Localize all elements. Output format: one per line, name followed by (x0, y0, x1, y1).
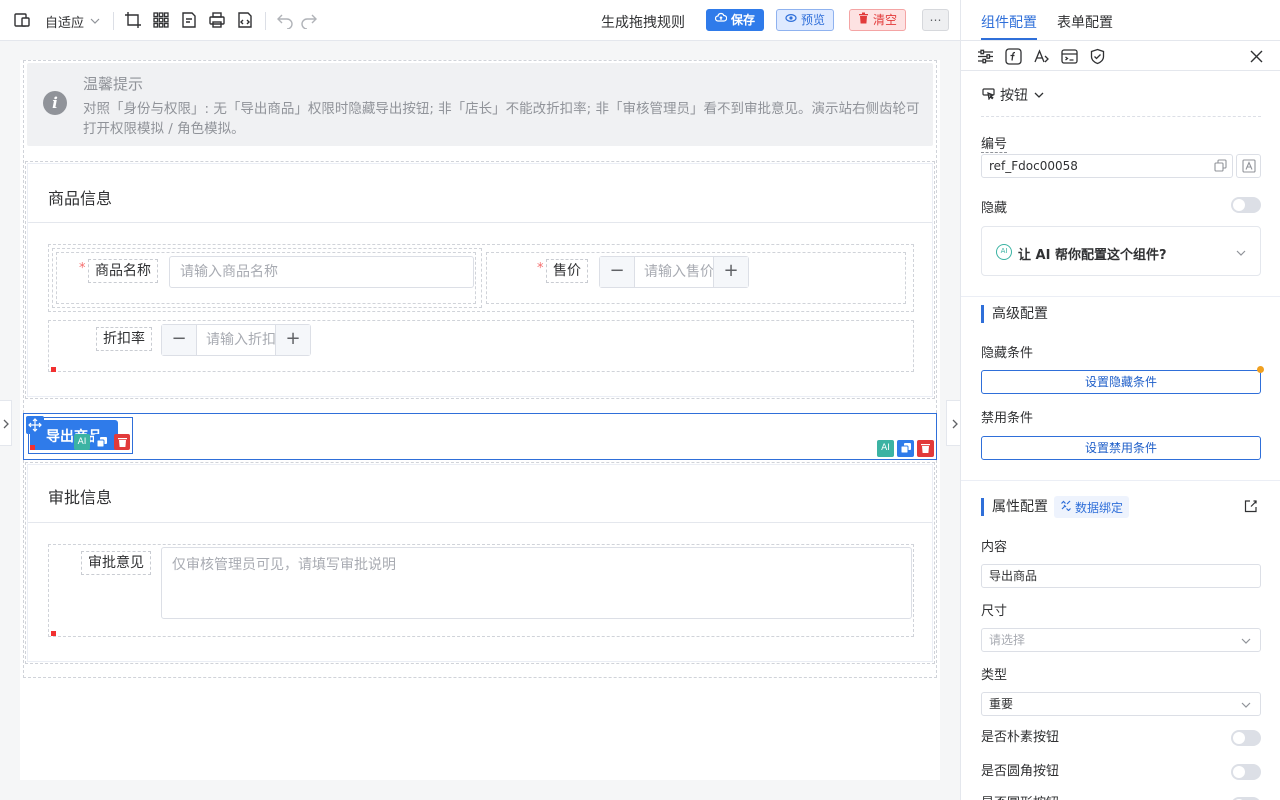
circle-button-label: 是否圆形按钮 (981, 792, 1059, 800)
save-button[interactable]: 保存 (706, 9, 765, 31)
approval-opinion-label: 审批意见 (81, 551, 151, 575)
set-disable-condition-button[interactable]: 设置禁用条件 (981, 436, 1261, 460)
content-label: 内容 (981, 540, 1008, 555)
product-section-title: 商品信息 (48, 189, 113, 208)
eye-icon (785, 10, 797, 30)
hidden-label: 隐藏 (981, 201, 1008, 216)
chevron-down-icon[interactable] (90, 15, 100, 25)
size-label: 尺寸 (981, 604, 1008, 619)
ai-icon: AI (996, 244, 1012, 260)
text-style-icon[interactable] (1033, 48, 1050, 69)
discount-stepper[interactable]: − 请输入折扣率 + (161, 324, 311, 356)
chevron-down-icon[interactable] (1241, 699, 1251, 709)
copy-icon[interactable] (897, 440, 914, 457)
generate-rules-button[interactable]: 生成拖拽规则 (601, 12, 685, 32)
product-name-input[interactable]: 请输入商品名称 (169, 256, 474, 288)
type-select[interactable]: 重要 (981, 692, 1261, 716)
redo-icon[interactable] (300, 11, 318, 29)
chevron-down-icon[interactable] (1034, 89, 1044, 99)
copy-icon[interactable] (1214, 159, 1227, 176)
plus-icon[interactable]: + (714, 257, 748, 287)
hidden-switch[interactable] (1231, 197, 1261, 213)
discount-label: 折扣率 (96, 327, 152, 351)
function-icon[interactable] (1005, 48, 1022, 69)
copy-icon[interactable] (94, 434, 110, 450)
product-card: 商品信息 * 商品名称 请输入商品名称 * 售价 − 请输入售价 + 折扣率 −… (27, 163, 933, 397)
approval-card: 审批信息 审批意见 仅审核管理员可见，请填写审批说明 (27, 464, 933, 662)
tip-title: 温馨提示 (83, 75, 144, 93)
id-label: 编号 (981, 133, 1008, 153)
edit-doc-icon[interactable] (180, 11, 198, 29)
button-component-icon (982, 87, 995, 104)
content-input[interactable]: 导出商品 (981, 564, 1261, 588)
more-menu-button[interactable]: ⋯ (922, 9, 949, 31)
minus-icon[interactable]: − (162, 325, 196, 355)
sliders-icon[interactable] (977, 48, 994, 69)
grid-icon[interactable] (152, 11, 170, 29)
chevron-down-icon[interactable] (1236, 247, 1246, 257)
print-icon[interactable] (208, 11, 226, 29)
edit-icon[interactable] (1244, 499, 1258, 517)
disable-condition-label: 禁用条件 (981, 411, 1034, 426)
fit-mode-select[interactable]: 自适应 (45, 12, 84, 31)
plain-button-label: 是否朴素按钮 (981, 730, 1060, 745)
tip-alert: i 温馨提示 对照「身份与权限」: 无「导出商品」权限时隐藏导出按钮; 非「店长… (27, 63, 933, 146)
device-layout-icon[interactable] (13, 11, 31, 29)
status-dot (1257, 366, 1264, 373)
shield-check-icon[interactable] (1089, 48, 1106, 69)
drag-move-icon[interactable] (26, 416, 44, 434)
ai-icon[interactable]: AI (74, 434, 90, 450)
design-canvas: i 温馨提示 对照「身份与权限」: 无「导出商品」权限时隐藏导出按钮; 非「店长… (20, 60, 940, 780)
plain-button-switch[interactable] (1231, 730, 1261, 746)
product-name-label: 商品名称 (88, 259, 158, 283)
text-mode-toggle[interactable] (1236, 154, 1261, 178)
resize-handle[interactable] (51, 631, 56, 636)
round-button-switch[interactable] (1231, 764, 1261, 780)
id-input[interactable]: ref_Fdoc00058 (981, 154, 1233, 178)
left-panel-toggle[interactable] (0, 400, 12, 446)
set-hide-condition-button[interactable]: 设置隐藏条件 (981, 370, 1261, 394)
approval-section-title: 审批信息 (48, 488, 113, 507)
script-icon[interactable] (1061, 48, 1078, 69)
designer-toolbar: 自适应 生成拖拽规则 保存 预览 清空 ⋯ (0, 0, 960, 41)
ai-assist-collapse[interactable]: AI 让 AI 帮你配置这个组件? (981, 226, 1261, 276)
ai-icon[interactable]: AI (877, 440, 894, 457)
info-icon: i (43, 91, 67, 115)
type-label: 类型 (981, 668, 1008, 683)
delete-icon[interactable] (917, 440, 934, 457)
component-type-select[interactable]: 按钮 (1000, 85, 1028, 105)
delete-icon[interactable] (114, 434, 130, 450)
price-stepper[interactable]: − 请输入售价 + (599, 256, 749, 288)
tip-body: 对照「身份与权限」: 无「导出商品」权限时隐藏导出按钮; 非「店长」不能改折扣率… (83, 101, 920, 137)
approval-opinion-textarea[interactable]: 仅审核管理员可见，请填写审批说明 (161, 547, 912, 619)
config-panel: 组件配置 表单配置 按钮 编号 ref_Fdoc00058 隐藏 AI 让 AI… (960, 0, 1280, 800)
right-panel-toggle[interactable] (946, 400, 960, 446)
hide-condition-label: 隐藏条件 (981, 346, 1034, 361)
tab-form-config[interactable]: 表单配置 (1057, 12, 1113, 32)
selected-button-block[interactable]: 导出商品 AI AI (23, 413, 937, 460)
link-icon (1060, 499, 1072, 515)
close-icon[interactable] (1250, 50, 1263, 67)
size-select[interactable]: 请选择 (981, 628, 1261, 652)
tab-component-config[interactable]: 组件配置 (981, 12, 1037, 32)
cloud-upload-icon (714, 10, 728, 30)
plus-icon[interactable]: + (276, 325, 310, 355)
code-doc-icon[interactable] (236, 11, 254, 29)
props-config-title: 属性配置 (981, 498, 1048, 516)
data-binding-button[interactable]: 数据绑定 (1054, 496, 1130, 518)
clear-button[interactable]: 清空 (849, 9, 907, 31)
preview-button[interactable]: 预览 (776, 9, 835, 31)
advanced-config-title: 高级配置 (981, 305, 1048, 323)
price-label: 售价 (546, 259, 588, 283)
chevron-down-icon[interactable] (1241, 635, 1251, 645)
trash-icon (858, 10, 869, 30)
crop-icon[interactable] (124, 11, 142, 29)
resize-handle[interactable] (51, 367, 56, 372)
round-button-label: 是否圆角按钮 (981, 764, 1060, 779)
undo-icon[interactable] (276, 11, 294, 29)
minus-icon[interactable]: − (600, 257, 634, 287)
